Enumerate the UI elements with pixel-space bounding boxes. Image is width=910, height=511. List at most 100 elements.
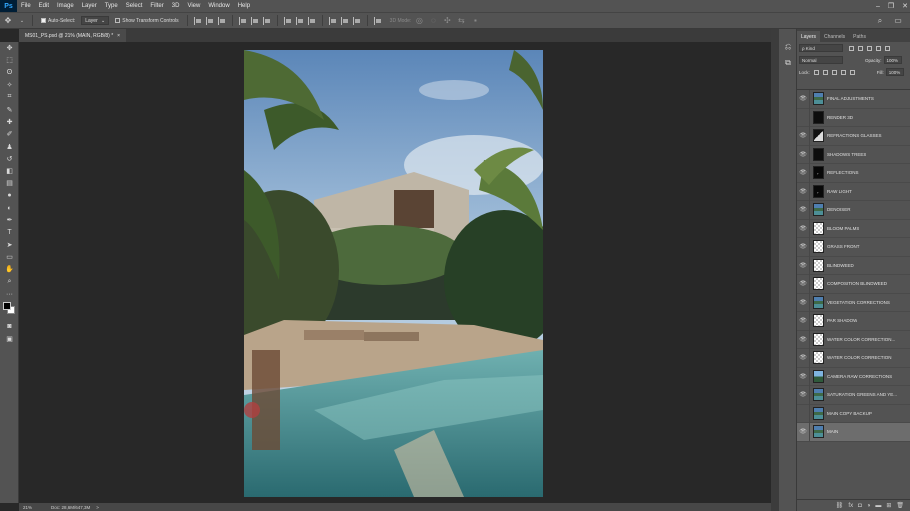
brush-tool-icon[interactable]: ✐ [0,128,19,140]
visibility-eye-icon[interactable]: 👁 [797,274,810,293]
auto-select-dropdown[interactable]: Layer ⌄ [81,16,110,25]
visibility-eye-icon[interactable]: 👁 [797,108,810,127]
close-tab-icon[interactable]: × [117,33,120,39]
clone-stamp-tool-icon[interactable]: ♟ [0,140,19,152]
properties-panel-icon[interactable]: ⧉ [779,55,797,71]
visibility-eye-icon[interactable]: 👁 [797,385,810,404]
dodge-tool-icon[interactable]: ◐ [0,202,19,214]
gradient-tool-icon[interactable]: ▤ [0,177,19,189]
layer-row[interactable]: 👁 BLINDWEED [797,256,910,275]
status-menu-arrow[interactable]: > [96,505,99,510]
layer-row[interactable]: 👁 PAR SHADOW [797,311,910,331]
lock-artboard-icon[interactable] [840,69,846,75]
fill-input[interactable]: 100% [885,68,904,76]
layer-row[interactable]: 👁 REFRACTIONS GLASSES [797,126,910,146]
healing-brush-tool-icon[interactable]: ✚ [0,116,19,128]
visibility-eye-icon[interactable]: 👁 [797,422,810,441]
menu-type[interactable]: Type [101,3,122,9]
visibility-eye-icon[interactable]: 👁 [797,145,810,164]
align-top-icon[interactable] [193,16,202,25]
align-bottom-icon[interactable] [217,16,226,25]
menu-help[interactable]: Help [234,3,254,9]
opacity-input[interactable]: 100% [883,56,902,64]
document-image[interactable] [244,50,543,497]
visibility-eye-icon[interactable]: 👁 [797,311,810,330]
3d-scale-icon[interactable]: ▪ [469,15,481,27]
visibility-eye-icon[interactable]: 👁 [797,126,810,145]
layer-row[interactable]: 👁 COMPOSITION BLINDWEED [797,274,910,294]
type-filter-icon[interactable] [867,45,872,51]
visibility-eye-icon[interactable]: 👁 [797,404,810,423]
more-tools-icon[interactable]: ··· [0,288,19,300]
layer-row[interactable]: 👁 DENOISER [797,200,910,220]
lock-transparency-icon[interactable] [813,69,819,75]
screen-mode-icon[interactable]: ▣ [0,333,19,345]
add-mask-icon[interactable]: ◘ [858,503,862,509]
visibility-eye-icon[interactable]: 👁 [797,89,810,108]
close-window-icon[interactable]: ✕ [902,2,908,10]
3d-slide-icon[interactable]: ⇆ [455,15,467,27]
path-selection-tool-icon[interactable]: ➤ [0,239,19,251]
distribute-right-icon[interactable] [352,16,361,25]
layer-row[interactable]: 👁 GRASS FRONT [797,237,910,257]
3d-roll-icon[interactable]: ◌ [427,15,439,27]
rectangle-tool-icon[interactable]: ▭ [0,251,19,263]
distribute-left-icon[interactable] [328,16,337,25]
visibility-eye-icon[interactable]: 👁 [797,293,810,312]
auto-align-icon[interactable] [373,16,382,25]
delete-layer-icon[interactable]: 🗑 [896,502,904,509]
layer-style-icon[interactable]: fx [848,503,853,509]
lock-pixels-icon[interactable] [822,69,828,75]
visibility-eye-icon[interactable]: 👁 [797,163,810,182]
crop-tool-icon[interactable]: ⌗ [0,91,19,103]
layer-row[interactable]: 👁 VEGETATION CORRECTIONS [797,293,910,312]
restore-icon[interactable]: ❐ [888,2,894,10]
visibility-eye-icon[interactable]: 👁 [797,256,810,275]
move-tool-icon[interactable]: ✥ [0,42,19,54]
magic-wand-tool-icon[interactable]: ✧ [0,79,19,91]
adjustment-layer-icon[interactable]: ◑ [867,503,871,509]
shape-filter-icon[interactable] [876,45,881,51]
menu-filter[interactable]: Filter [146,3,167,9]
pixel-filter-icon[interactable] [849,45,854,51]
align-left-icon[interactable] [238,16,247,25]
distribute-bottom-icon[interactable] [307,16,316,25]
layer-row[interactable]: 👁 MAIN [797,422,910,442]
blur-tool-icon[interactable]: ● [0,190,19,202]
align-hcenter-icon[interactable] [250,16,259,25]
visibility-eye-icon[interactable]: 👁 [797,182,810,201]
lock-position-icon[interactable] [831,69,837,75]
menu-layer[interactable]: Layer [78,3,101,9]
tab-channels[interactable]: Channels [820,31,849,42]
zoom-level[interactable]: 21% [19,505,43,510]
menu-file[interactable]: File [17,3,35,9]
hand-tool-icon[interactable]: ✋ [0,263,19,275]
align-vcenter-icon[interactable] [205,16,214,25]
layer-row[interactable]: 👁 WATER COLOR CORRECTION [797,348,910,368]
adjustment-filter-icon[interactable] [858,45,863,51]
minimize-icon[interactable]: – [876,3,880,10]
layer-row[interactable]: 👁 REFLECTIONS [797,163,910,183]
layer-row[interactable]: 👁 RAW LIGHT [797,182,910,201]
link-layers-icon[interactable]: ⛓ [836,502,844,509]
history-panel-icon[interactable]: ⎌ [779,39,797,55]
tab-paths[interactable]: Paths [849,31,870,42]
menu-select[interactable]: Select [122,3,147,9]
layer-row[interactable]: 👁 SATURATION GREENS AND YE... [797,385,910,405]
layer-row[interactable]: 👁 SHADOWS TREES [797,145,910,164]
blend-mode-dropdown[interactable]: Normal [799,56,843,64]
type-tool-icon[interactable]: T [0,226,19,238]
layer-row[interactable]: 👁 RENDER 3D [797,108,910,127]
kind-filter-dropdown[interactable]: ρ Kind [799,44,843,52]
color-swatches[interactable] [0,300,19,320]
new-layer-icon[interactable]: ⊞ [886,502,891,509]
menu-view[interactable]: View [183,3,204,9]
3d-orbit-icon[interactable]: ◎ [413,15,425,27]
lasso-tool-icon[interactable]: ʘ [0,67,19,79]
workspace-icon[interactable]: ▭ [892,15,904,27]
layer-row[interactable]: 👁 MAIN COPY BACKUP [797,404,910,423]
layer-row[interactable]: 👁 CAMERA RAW CORRECTIONS [797,367,910,386]
marquee-tool-icon[interactable]: ⬚ [0,54,19,66]
layer-row[interactable]: 👁 BLOOM PALMS [797,219,910,238]
menu-image[interactable]: Image [53,3,78,9]
